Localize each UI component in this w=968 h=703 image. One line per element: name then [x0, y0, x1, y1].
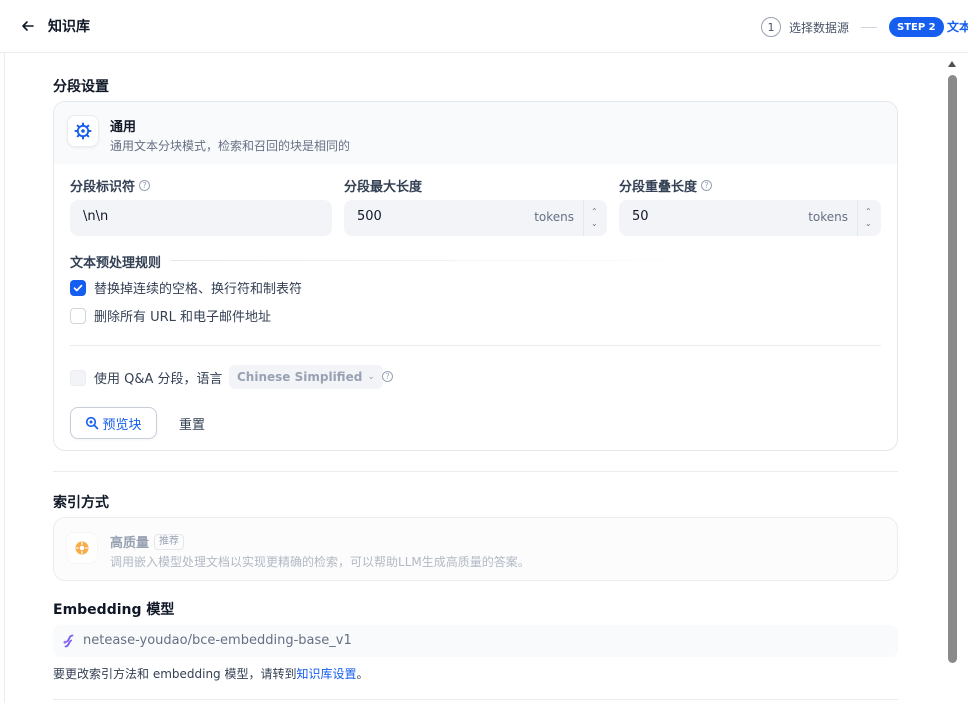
- bottom-divider: [53, 699, 898, 700]
- chevron-up-icon[interactable]: ⌃: [591, 208, 598, 216]
- rule-replace-spaces-label: 替换掉连续的空格、换行符和制表符: [94, 282, 303, 297]
- rule-replace-spaces[interactable]: 替换掉连续的空格、换行符和制表符: [70, 278, 302, 297]
- step-1: 1 选择数据源: [761, 17, 849, 37]
- chevron-down-icon[interactable]: ⌄: [865, 220, 872, 228]
- index-description: 调用嵌入模型处理文档以实现更精确的检索，可以帮助LLM生成高质量的答案。: [110, 555, 530, 569]
- scroll-thumb[interactable]: [948, 75, 957, 663]
- scroll-up-arrow-icon[interactable]: [948, 61, 956, 67]
- preprocess-rules-title: 文本预处理规则: [70, 256, 162, 271]
- checkbox-checked[interactable]: [70, 279, 86, 296]
- arrow-left-icon[interactable]: [20, 18, 36, 34]
- index-title: 高质量 推荐: [110, 532, 185, 551]
- step-connector: [861, 27, 877, 28]
- segment-mode-header: 通用 通用文本分块模式，检索和召回的块是相同的: [54, 102, 897, 164]
- segment-general-card: 通用 通用文本分块模式，检索和召回的块是相同的 分段标识符 ? 分段最大长度 分…: [53, 101, 898, 451]
- preprocess-divider: [170, 260, 720, 261]
- chevron-down-icon: ⌄: [367, 372, 375, 382]
- identifier-label-text: 分段标识符: [70, 180, 136, 195]
- step-1-number: 1: [761, 17, 781, 37]
- overlap-label-text: 分段重叠长度: [619, 180, 698, 195]
- index-method-title: 索引方式: [53, 495, 109, 511]
- segment-settings-title: 分段设置: [53, 79, 109, 95]
- preview-chunks-label: 预览块: [102, 417, 142, 433]
- section-divider: [53, 471, 898, 472]
- gear-icon: [67, 115, 99, 147]
- qa-label: 使用 Q&A 分段，语言: [94, 372, 223, 387]
- kb-settings-link[interactable]: 知识库设置: [297, 667, 357, 681]
- star-icon: [66, 532, 98, 564]
- chevron-down-icon[interactable]: ⌄: [591, 220, 598, 228]
- segment-divider: [70, 345, 881, 346]
- settings-note-text: 要更改索引方法和 embedding 模型，请转到: [53, 667, 297, 681]
- identifier-label: 分段标识符 ?: [70, 176, 151, 195]
- search-icon: [86, 416, 99, 430]
- mode-description: 通用文本分块模式，检索和召回的块是相同的: [110, 139, 351, 153]
- preview-chunks-button[interactable]: 预览块: [70, 407, 157, 439]
- help-icon[interactable]: ?: [701, 180, 713, 191]
- identifier-input[interactable]: \n\n: [70, 200, 332, 236]
- vertical-scrollbar[interactable]: [944, 53, 960, 703]
- step-2-label: 文本: [947, 20, 968, 34]
- step-1-label: 选择数据源: [789, 20, 850, 35]
- embedding-model-field: netease-youdao/bce-embedding-base_v1: [53, 625, 898, 657]
- language-select[interactable]: Chinese Simplified ⌄: [229, 365, 383, 389]
- overlap-input[interactable]: 50 tokens ⌃ ⌄: [619, 200, 881, 236]
- index-high-quality-card[interactable]: 高质量 推荐 调用嵌入模型处理文档以实现更精确的检索，可以帮助LLM生成高质量的…: [53, 517, 898, 581]
- max-length-unit: tokens: [534, 210, 574, 224]
- identifier-value: \n\n: [83, 209, 109, 224]
- help-icon[interactable]: ?: [382, 371, 393, 382]
- mode-title: 通用: [110, 120, 137, 135]
- settings-note-suffix: 。: [356, 667, 369, 681]
- max-length-label: 分段最大长度: [344, 176, 422, 195]
- knowledge-base-title[interactable]: 知识库: [48, 17, 90, 37]
- embedding-model-title: Embedding 模型: [53, 602, 175, 618]
- language-value: Chinese Simplified: [237, 370, 363, 384]
- max-length-label-text: 分段最大长度: [344, 180, 423, 195]
- model-icon: [63, 634, 74, 648]
- recommended-badge: 推荐: [154, 533, 185, 550]
- max-length-value: 500: [357, 209, 382, 224]
- qa-checkbox[interactable]: [70, 369, 86, 386]
- overlap-stepper[interactable]: ⌃ ⌄: [857, 200, 881, 236]
- rule-remove-urls[interactable]: 删除所有 URL 和电子邮件地址: [70, 306, 271, 325]
- max-length-stepper[interactable]: ⌃ ⌄: [583, 200, 607, 236]
- overlap-value: 50: [632, 209, 649, 224]
- check-icon: [73, 284, 83, 291]
- help-icon[interactable]: ?: [139, 180, 151, 191]
- overlap-unit: tokens: [808, 210, 848, 224]
- qa-segment-option[interactable]: 使用 Q&A 分段，语言: [70, 368, 223, 387]
- index-title-text: 高质量: [110, 536, 150, 551]
- overlap-label: 分段重叠长度 ?: [619, 176, 713, 195]
- top-bar: 知识库 1 选择数据源 STEP 2 文本: [0, 0, 968, 53]
- step-2-badge: STEP 2: [889, 17, 944, 37]
- main-panel: 分段设置 通用 通用文本分块模式，检索和召回的块是相同的 分段标识符 ? 分段最…: [4, 53, 944, 703]
- chevron-up-icon[interactable]: ⌃: [865, 208, 872, 216]
- embedding-model-name: netease-youdao/bce-embedding-base_v1: [83, 633, 352, 648]
- settings-note: 要更改索引方法和 embedding 模型，请转到知识库设置。: [53, 665, 369, 682]
- reset-button[interactable]: 重置: [179, 414, 205, 433]
- max-length-input[interactable]: 500 tokens ⌃ ⌄: [344, 200, 607, 236]
- checkbox-unchecked[interactable]: [70, 307, 86, 324]
- rule-remove-urls-label: 删除所有 URL 和电子邮件地址: [94, 310, 272, 325]
